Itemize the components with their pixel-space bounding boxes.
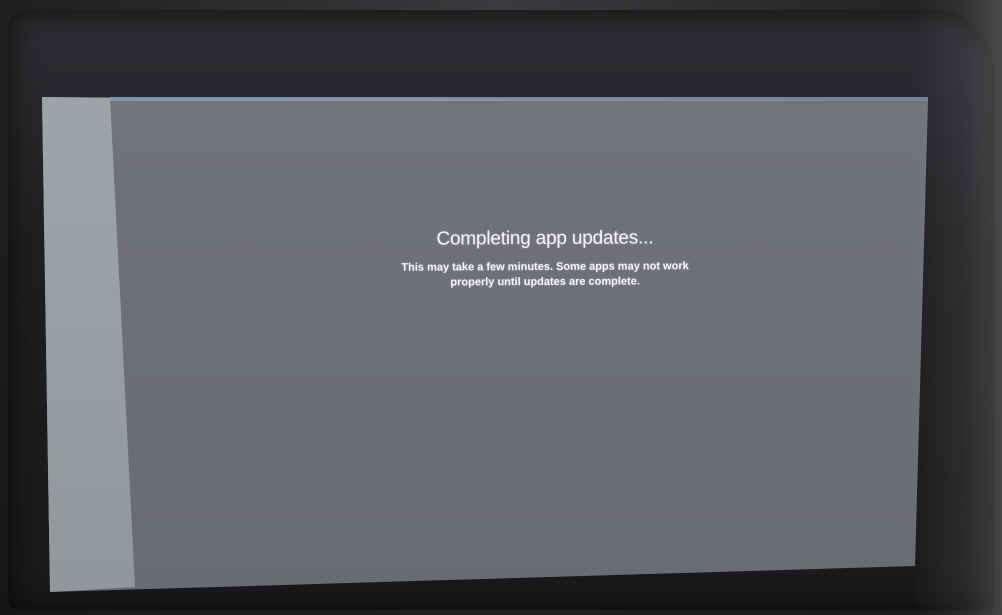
top-progress-line bbox=[110, 97, 928, 101]
update-message: Completing app updates... This may take … bbox=[300, 225, 790, 292]
update-title: Completing app updates... bbox=[436, 227, 654, 250]
photo-frame: Completing app updates... This may take … bbox=[0, 0, 1002, 615]
update-description-line-2: properly until updates are complete. bbox=[450, 275, 640, 289]
update-description-line-1: This may take a few minutes. Some apps m… bbox=[401, 260, 689, 274]
update-description: This may take a few minutes. Some apps m… bbox=[355, 259, 735, 291]
